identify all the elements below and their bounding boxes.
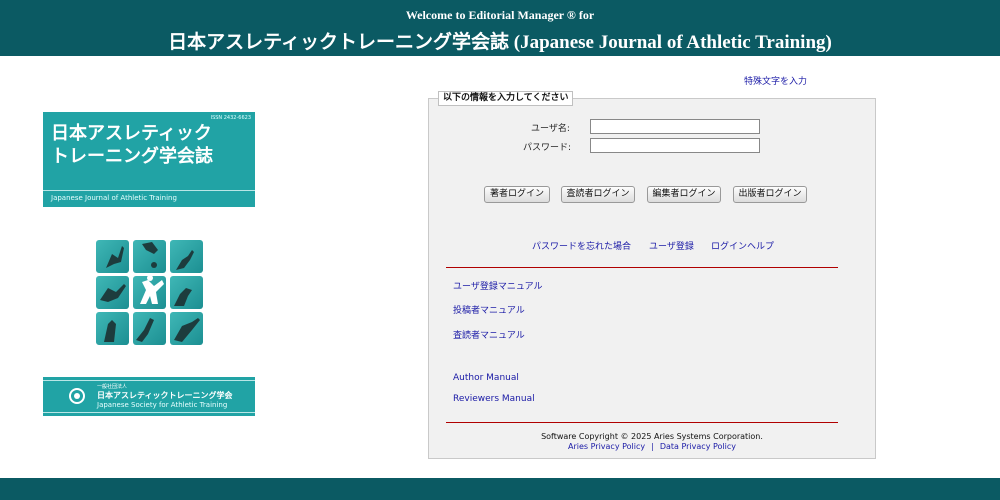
reviewer-login-button[interactable]: 査読者ログイン bbox=[561, 186, 635, 203]
journal-cover: ISSN 2432-6623 日本アスレティック トレーニング学会誌 Japan… bbox=[43, 112, 255, 416]
cover-title-block: ISSN 2432-6623 日本アスレティック トレーニング学会誌 Japan… bbox=[43, 112, 255, 207]
editor-login-button[interactable]: 編集者ログイン bbox=[647, 186, 721, 203]
login-help-link[interactable]: ログインヘルプ bbox=[711, 239, 774, 252]
section-divider-bottom bbox=[446, 422, 838, 423]
forgot-password-link[interactable]: パスワードを忘れた場合 bbox=[532, 239, 631, 252]
register-link[interactable]: ユーザ登録 bbox=[649, 239, 694, 252]
society-name-en: Japanese Society for Athletic Training bbox=[97, 401, 228, 409]
login-panel-legend: 以下の情報を入力してください bbox=[438, 91, 574, 106]
author-login-button[interactable]: 著者ログイン bbox=[484, 186, 550, 203]
reviewers-manual-en-link[interactable]: Reviewers Manual bbox=[453, 394, 535, 404]
data-privacy-link[interactable]: Data Privacy Policy bbox=[660, 442, 736, 451]
cover-society-block: 一般社団法人 日本アスレティックトレーニング学会 Japanese Societ… bbox=[43, 377, 255, 416]
username-input[interactable] bbox=[590, 119, 760, 134]
society-name-jp: 日本アスレティックトレーニング学会 bbox=[97, 391, 233, 400]
software-copyright: Software Copyright © 2025 Aries Systems … bbox=[541, 432, 763, 441]
header-banner: Welcome to Editorial Manager ® for 日本アスレ… bbox=[0, 0, 1000, 56]
welcome-text: Welcome to Editorial Manager ® for bbox=[405, 8, 595, 22]
privacy-links: Aries Privacy Policy | Data Privacy Policy bbox=[430, 442, 874, 451]
password-label: パスワード: bbox=[523, 143, 572, 153]
footer-separator: | bbox=[651, 442, 654, 451]
footer-bar bbox=[0, 478, 1000, 500]
aries-privacy-link[interactable]: Aries Privacy Policy bbox=[568, 442, 645, 451]
author-manual-en-link[interactable]: Author Manual bbox=[453, 373, 519, 383]
publisher-login-button[interactable]: 出版者ログイン bbox=[733, 186, 807, 203]
special-characters-link[interactable]: 特殊文字を入力 bbox=[744, 74, 807, 87]
reviewer-manual-link[interactable]: 査読者マニュアル bbox=[453, 328, 525, 341]
journal-title: 日本アスレティックトレーニング学会誌 (Japanese Journal of … bbox=[168, 32, 832, 53]
contributor-manual-link[interactable]: 投稿者マニュアル bbox=[453, 303, 525, 316]
section-divider-top bbox=[446, 267, 838, 268]
cover-title-jp: 日本アスレティック トレーニング学会誌 bbox=[51, 123, 213, 167]
cover-athlete-grid-image bbox=[96, 240, 203, 345]
cover-issn: ISSN 2432-6623 bbox=[210, 115, 251, 121]
society-seal-icon bbox=[69, 388, 85, 404]
password-input[interactable] bbox=[590, 138, 760, 153]
cover-title-en: Japanese Journal of Athletic Training bbox=[51, 194, 177, 202]
user-registration-manual-link[interactable]: ユーザ登録マニュアル bbox=[453, 279, 543, 292]
society-type: 一般社団法人 bbox=[97, 384, 128, 390]
cover-divider bbox=[43, 190, 255, 191]
username-label: ユーザ名: bbox=[531, 124, 570, 134]
